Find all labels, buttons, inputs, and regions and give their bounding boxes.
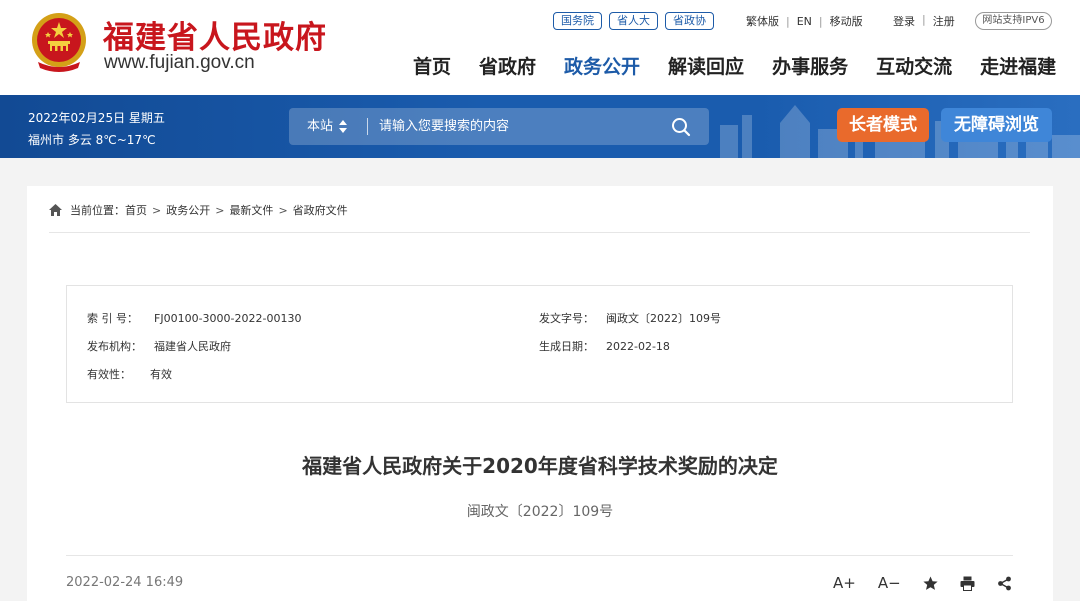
meta-index: 索 引 号： FJ00100-3000-2022-00130 [87, 310, 301, 326]
traditional-chinese-link[interactable]: 繁体版 [746, 13, 779, 29]
home-icon [49, 204, 62, 216]
meta-date: 生成日期： 2022-02-18 [539, 338, 670, 354]
breadcrumb-separator: > [215, 203, 225, 217]
search-icon[interactable] [671, 117, 691, 137]
print-button[interactable] [960, 574, 975, 592]
nav-home[interactable]: 首页 [413, 52, 451, 79]
printer-icon [960, 576, 975, 591]
breadcrumb-separator: > [278, 203, 288, 217]
breadcrumb-prefix: 当前位置： [70, 204, 125, 217]
util-links: 繁体版 | EN | 移动版 [746, 13, 863, 29]
meta-org-label: 发布机构： [87, 340, 142, 353]
search-box: 本站 [289, 108, 709, 145]
current-date: 2022年02月25日 星期五 [28, 111, 165, 125]
search-input[interactable] [379, 112, 649, 141]
meta-doc-number-value: 闽政文〔2022〕109号 [606, 312, 721, 325]
weather-info: 福州市 多云 8℃~17℃ [28, 133, 156, 147]
accessible-browse-button[interactable]: 无障碍浏览 [941, 108, 1052, 142]
font-increase-button[interactable]: A+ [833, 574, 856, 592]
share-button[interactable] [997, 574, 1012, 592]
divider [49, 232, 1030, 233]
breadcrumb-separator: > [152, 203, 162, 217]
login-links: 登录 | 注册 [893, 13, 955, 29]
font-decrease-button[interactable]: A− [878, 574, 901, 592]
document-number: 闽政文〔2022〕109号 [466, 504, 614, 520]
site-title[interactable]: 福建省人民政府 [103, 12, 327, 57]
site-header: 福建省人民政府 www.fujian.gov.cn 国务院 省人大 省政协 繁体… [0, 0, 1080, 95]
nav-provincial-government[interactable]: 省政府 [479, 52, 536, 79]
star-icon [923, 576, 938, 590]
meta-date-label: 生成日期： [539, 340, 594, 353]
article-panel: 当前位置： 首页 > 政务公开 > 最新文件 > 省政府文件 索 引 号： FJ0… [27, 186, 1053, 601]
meta-date-value: 2022-02-18 [606, 340, 670, 353]
nav-services[interactable]: 办事服务 [772, 52, 848, 79]
site-url[interactable]: www.fujian.gov.cn [104, 52, 255, 74]
document-title: 福建省人民政府关于2020年度省科学技术奖励的决定 [302, 454, 778, 478]
breadcrumb: 当前位置： 首页 > 政务公开 > 最新文件 > 省政府文件 [49, 202, 348, 218]
org-link-provincial-congress[interactable]: 省人大 [609, 12, 658, 30]
meta-org: 发布机构： 福建省人民政府 [87, 338, 231, 354]
org-link-state-council[interactable]: 国务院 [553, 12, 602, 30]
org-link-cppcc[interactable]: 省政协 [665, 12, 714, 30]
national-emblem-icon [32, 13, 86, 72]
org-links: 国务院 省人大 省政协 [553, 12, 714, 30]
meta-validity-value: 有效 [150, 368, 172, 381]
article-tools: A+ A− [833, 574, 1012, 592]
divider [66, 555, 1013, 556]
meta-validity-label: 有效性： [87, 368, 131, 381]
main-nav: 首页 省政府 政务公开 解读回应 办事服务 互动交流 走进福建 [413, 52, 1056, 79]
favorite-button[interactable] [923, 574, 938, 592]
sort-arrows-icon[interactable] [339, 120, 347, 133]
breadcrumb-government-affairs[interactable]: 政务公开 [166, 202, 210, 218]
meta-doc-number: 发文字号： 闽政文〔2022〕109号 [539, 310, 721, 326]
divider: | [818, 14, 823, 28]
nav-government-affairs[interactable]: 政务公开 [564, 52, 640, 79]
meta-index-value: FJ00100-3000-2022-00130 [154, 312, 302, 325]
divider: | [786, 14, 790, 28]
meta-index-label: 索 引 号： [87, 312, 138, 325]
register-link[interactable]: 注册 [933, 13, 955, 29]
meta-org-value: 福建省人民政府 [154, 340, 231, 353]
breadcrumb-latest-files[interactable]: 最新文件 [229, 202, 273, 218]
nav-interpretation[interactable]: 解读回应 [668, 52, 744, 79]
breadcrumb-provincial-files[interactable]: 省政府文件 [293, 202, 348, 218]
search-scope-select[interactable]: 本站 [307, 108, 333, 145]
search-divider [367, 118, 368, 135]
nav-interaction[interactable]: 互动交流 [876, 52, 952, 79]
publish-time: 2022-02-24 16:49 [66, 575, 184, 590]
divider: | [922, 13, 926, 26]
elder-mode-button[interactable]: 长者模式 [837, 108, 929, 142]
document-metadata: 索 引 号： FJ00100-3000-2022-00130 发文字号： 闽政文〔2… [66, 285, 1013, 403]
login-link[interactable]: 登录 [893, 13, 915, 29]
meta-validity: 有效性： 有效 [87, 366, 172, 382]
share-icon [997, 576, 1011, 590]
ipv6-badge: 网站支持IPV6 [975, 12, 1052, 30]
breadcrumb-home[interactable]: 首页 [125, 202, 147, 218]
mobile-link[interactable]: 移动版 [830, 13, 863, 29]
search-banner: 2022年02月25日 星期五 福州市 多云 8℃~17℃ 本站 长者模式 无障… [0, 95, 1080, 158]
meta-doc-number-label: 发文字号： [539, 312, 594, 325]
nav-about-fujian[interactable]: 走进福建 [980, 52, 1056, 79]
english-link[interactable]: EN [797, 15, 812, 28]
